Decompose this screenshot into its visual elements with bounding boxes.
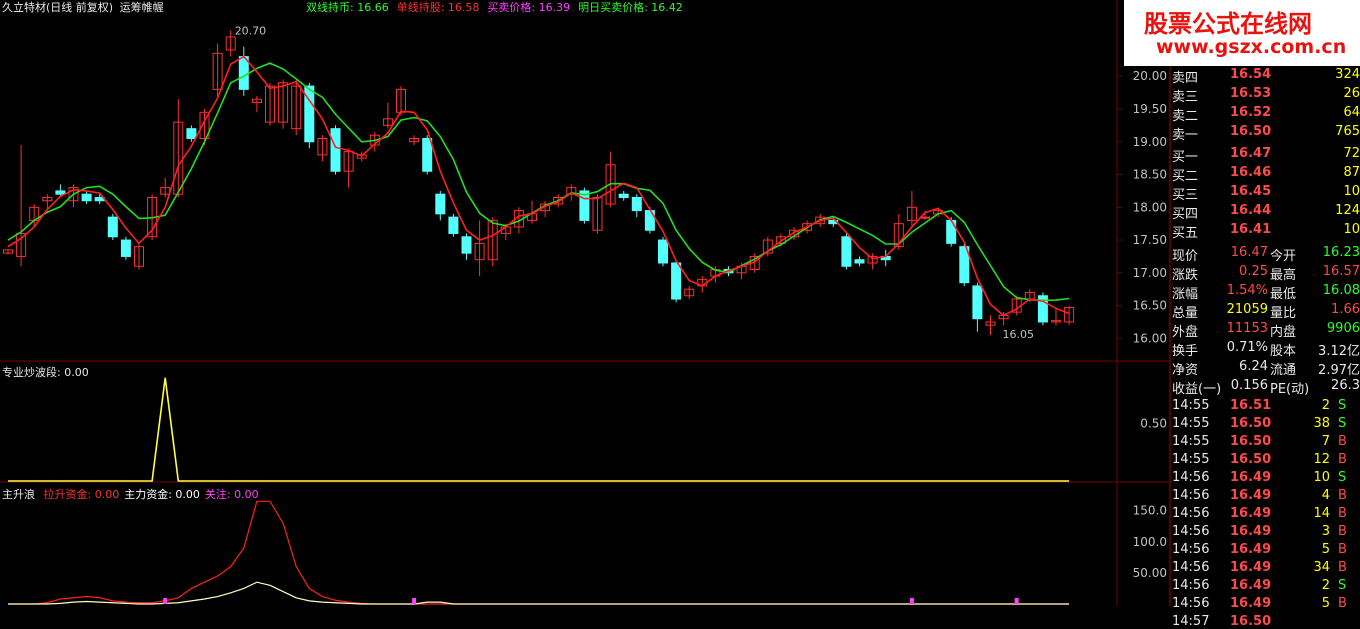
bid-row: 买三 16.45 10 bbox=[1172, 184, 1360, 203]
low-price-label: 16.05 bbox=[1003, 328, 1035, 341]
tick-row[interactable]: 14:56 16.49 3 B bbox=[1172, 524, 1360, 539]
chart-area[interactable]: 20.00 19.50 19.00 18.50 18.00 17.50 17.00 16.50… bbox=[0, 0, 1360, 606]
stat-row: 总量 21059 量比 1.66 bbox=[1172, 302, 1360, 321]
candle-body bbox=[422, 137, 433, 172]
tick-row[interactable]: 14:56 16.49 5 B bbox=[1172, 542, 1360, 557]
tick-row[interactable]: 14:55 16.50 12 B bbox=[1172, 452, 1360, 467]
wave-tick-label: 0.50 bbox=[1140, 417, 1167, 431]
wave-line bbox=[8, 377, 1070, 482]
stat-row: 收益(一) 0.156 PE(动) 26.3 bbox=[1172, 378, 1360, 397]
site-logo: 股票公式在线网 www.gszx.com.cn bbox=[1124, 0, 1360, 66]
flow-tick-label: 100.0 bbox=[1133, 535, 1167, 549]
stock-name[interactable]: 久立特材(日线 前复权) bbox=[2, 1, 113, 14]
price-tick-label: 18.00 bbox=[1133, 200, 1167, 214]
tick-row[interactable]: 14:56 16.49 4 B bbox=[1172, 488, 1360, 503]
stat-row: 换手 0.71% 股本 3.12亿 bbox=[1172, 340, 1360, 359]
tick-row[interactable]: 14:56 16.49 34 B bbox=[1172, 560, 1360, 575]
flow-tick-label: 50.00 bbox=[1133, 566, 1167, 580]
flow-panel-name: 主升浪 bbox=[2, 488, 35, 501]
header-item: 明日买卖价格: 16.42 bbox=[578, 1, 683, 14]
flow-mark bbox=[909, 598, 914, 604]
ask-row: 卖三 16.53 26 bbox=[1172, 86, 1360, 105]
candle-body bbox=[841, 236, 852, 267]
header-item: 双线持币: 16.66 bbox=[306, 1, 389, 14]
price-tick-label: 17.00 bbox=[1133, 266, 1167, 280]
candle-body bbox=[972, 285, 983, 320]
ma-red-line bbox=[7, 55, 1070, 317]
bid-row: 买二 16.46 87 bbox=[1172, 165, 1360, 184]
stat-row: 涨幅 1.54% 最低 16.08 bbox=[1172, 283, 1360, 302]
candle-body bbox=[671, 262, 682, 300]
tick-row[interactable]: 14:56 16.49 14 B bbox=[1172, 506, 1360, 521]
price-tick-label: 16.00 bbox=[1133, 331, 1167, 345]
price-tick-label: 16.50 bbox=[1133, 299, 1167, 313]
tick-row[interactable]: 14:56 16.49 10 S bbox=[1172, 470, 1360, 485]
price-tick-label: 19.50 bbox=[1133, 102, 1167, 116]
candle-body bbox=[81, 193, 92, 202]
flow-legend-item: 关注: 0.00 bbox=[204, 488, 259, 501]
candle-body bbox=[658, 239, 668, 264]
candle-body bbox=[631, 196, 642, 212]
high-price-label: 20.70 bbox=[235, 24, 267, 37]
price-tick-label: 17.50 bbox=[1133, 233, 1167, 247]
chart-header: 久立特材(日线 前复权) 运筹帷幄 bbox=[2, 1, 164, 15]
ask-row: 卖四 16.54 324 bbox=[1172, 67, 1360, 86]
tick-row[interactable]: 14:55 16.50 7 B bbox=[1172, 434, 1360, 449]
tick-row[interactable]: 14:57 16.50 bbox=[1172, 614, 1360, 629]
tick-row[interactable]: 14:55 16.51 2 S bbox=[1172, 398, 1360, 413]
candle-body bbox=[238, 56, 249, 90]
indicator-name[interactable]: 运筹帷幄 bbox=[120, 1, 164, 14]
flow-mark bbox=[412, 598, 417, 604]
ma-green-line bbox=[7, 62, 1070, 302]
flow-panel-title: 主升浪 拉升资金: 0.00 主力资金: 0.00 关注: 0.00 bbox=[2, 486, 259, 502]
bid-row: 买四 16.44 124 bbox=[1172, 203, 1360, 222]
wave-panel-name: 专业炒波段 bbox=[2, 366, 57, 379]
candle-body bbox=[330, 128, 341, 172]
stat-row: 净资 6.24 流通 2.97亿 bbox=[1172, 359, 1360, 378]
logo-title: 股票公式在线网 bbox=[1144, 10, 1312, 38]
candle-body bbox=[107, 216, 118, 238]
candle-body bbox=[946, 219, 957, 244]
candle-body bbox=[435, 193, 446, 215]
ask-row: 卖二 16.52 64 bbox=[1172, 105, 1360, 124]
tick-row[interactable]: 14:56 16.49 5 B bbox=[1172, 596, 1360, 611]
candle-body bbox=[461, 236, 472, 254]
flow-mark bbox=[1014, 598, 1019, 604]
bid-row: 买一 16.47 72 bbox=[1172, 146, 1360, 165]
flow-mark bbox=[163, 598, 168, 604]
flow-legend-item: 主力资金: 0.00 bbox=[124, 488, 200, 501]
stat-row: 现价 16.47 今开 16.23 bbox=[1172, 245, 1360, 264]
price-tick-label: 19.00 bbox=[1133, 135, 1167, 149]
price-tick-label: 18.50 bbox=[1133, 168, 1167, 182]
flow-red-line bbox=[8, 500, 1070, 605]
tick-row[interactable]: 14:55 16.50 38 S bbox=[1172, 416, 1360, 431]
stat-row: 外盘 11153 内盘 9906 bbox=[1172, 321, 1360, 340]
flow-legend-item: 拉升资金: 0.00 bbox=[43, 488, 120, 501]
candle-body bbox=[854, 259, 865, 264]
tick-row[interactable]: 14:56 16.49 2 S bbox=[1172, 578, 1360, 593]
stat-row: 涨跌 0.25 最高 16.57 bbox=[1172, 264, 1360, 283]
indicator-values: 双线持币: 16.66 单线持股: 16.58 买卖价格: 16.39 明日买卖价格:… bbox=[306, 1, 691, 15]
price-tick-label: 20.00 bbox=[1133, 69, 1167, 83]
wave-panel-title: 专业炒波段: 0.00 bbox=[2, 364, 89, 380]
candle-body bbox=[55, 190, 66, 195]
candle-body bbox=[186, 128, 197, 139]
candle-body bbox=[448, 216, 459, 235]
candle-body bbox=[618, 193, 629, 198]
ask-row: 卖一 16.50 765 bbox=[1172, 124, 1360, 143]
wave-panel-value: : 0.00 bbox=[57, 366, 89, 379]
header-item: 买卖价格: 16.39 bbox=[487, 1, 571, 14]
flow-tick-label: 150.0 bbox=[1133, 504, 1167, 518]
bid-row: 买五 16.41 10 bbox=[1172, 222, 1360, 241]
header-item: 单线持股: 16.58 bbox=[396, 1, 480, 14]
logo-url: www.gszx.com.cn bbox=[1156, 36, 1347, 58]
candle-body bbox=[120, 239, 131, 257]
